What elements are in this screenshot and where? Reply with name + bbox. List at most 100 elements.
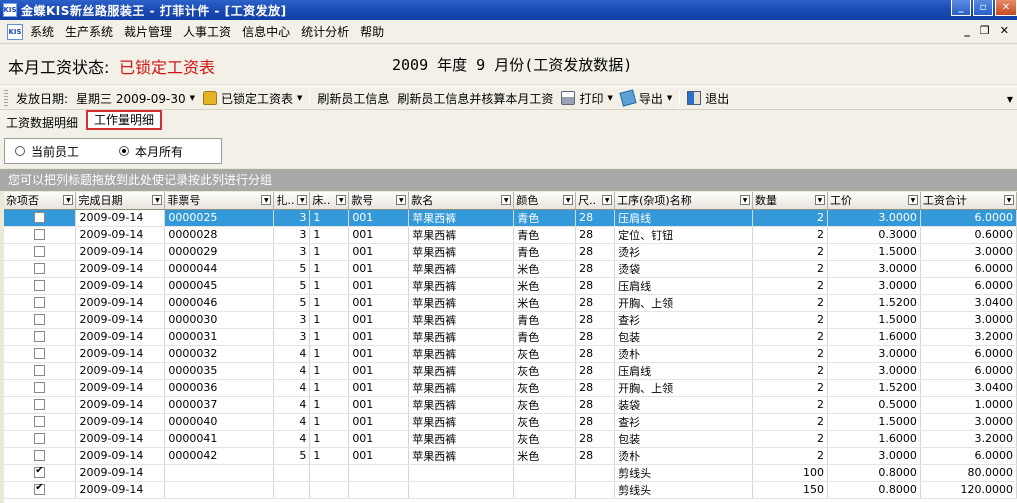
cell-style[interactable]: 苹果西裤 xyxy=(408,362,515,380)
cell-price[interactable]: 1.5000 xyxy=(827,243,921,261)
menu-production[interactable]: 生产系统 xyxy=(62,23,121,40)
toolbar-grip[interactable] xyxy=(4,90,8,106)
cell-qty[interactable]: 2 xyxy=(752,277,828,295)
misc-checkbox[interactable] xyxy=(34,433,46,444)
cell-bed[interactable]: 1 xyxy=(309,328,350,346)
cell-price[interactable]: 3.0000 xyxy=(827,260,921,278)
cell-style[interactable]: 苹果西裤 xyxy=(408,379,515,397)
table-row[interactable]: 2009-09-14 0000032 4 1 001 苹果西裤 灰色 28 烫朴 2 3.0000 6… xyxy=(4,345,1017,363)
cell-style[interactable] xyxy=(408,464,515,482)
cell-date[interactable]: 2009-09-14 xyxy=(75,294,166,312)
cell-color[interactable]: 青色 xyxy=(513,243,577,261)
cell-size[interactable]: 28 xyxy=(575,413,616,431)
misc-checkbox-cell[interactable] xyxy=(4,362,77,380)
refresh-and-calc-button[interactable]: 刷新员工信息并核算本月工资 xyxy=(393,90,557,107)
cell-process[interactable]: 压肩线 xyxy=(614,277,754,295)
minimize-button[interactable]: _ xyxy=(951,0,971,16)
cell-style[interactable]: 苹果西裤 xyxy=(408,430,515,448)
column-header[interactable]: 完成日期 ▼ xyxy=(75,192,166,210)
mdi-logo-icon[interactable]: KIS xyxy=(7,23,23,40)
column-header[interactable]: 床.. ▼ xyxy=(309,192,350,210)
cell-size[interactable]: 28 xyxy=(575,209,616,227)
cell-style[interactable] xyxy=(408,481,515,499)
cell-bed[interactable]: 1 xyxy=(309,447,350,465)
table-row[interactable]: 2009-09-14 0000037 4 1 001 苹果西裤 灰色 28 装袋 2 0.5000 1… xyxy=(4,396,1017,414)
misc-checkbox[interactable] xyxy=(34,314,46,325)
cell-date[interactable]: 2009-09-14 xyxy=(75,345,166,363)
misc-checkbox[interactable] xyxy=(34,280,46,291)
cell-color[interactable]: 灰色 xyxy=(513,379,577,397)
filter-dropdown-icon[interactable]: ▼ xyxy=(63,195,74,205)
filter-dropdown-icon[interactable]: ▼ xyxy=(907,195,918,205)
cell-ticket[interactable]: 0000032 xyxy=(164,345,275,363)
table-row[interactable]: 2009-09-14 0000030 3 1 001 苹果西裤 青色 28 查衫 2 1.5000 3… xyxy=(4,311,1017,329)
cell-size[interactable]: 28 xyxy=(575,294,616,312)
cell-bed[interactable]: 1 xyxy=(309,311,350,329)
cell-qty[interactable]: 2 xyxy=(752,226,828,244)
filter-dropdown-icon[interactable]: ▼ xyxy=(563,195,574,205)
cell-size[interactable] xyxy=(575,481,616,499)
cell-size[interactable]: 28 xyxy=(575,260,616,278)
misc-checkbox-cell[interactable] xyxy=(4,243,77,261)
cell-total[interactable]: 3.0000 xyxy=(920,413,1017,431)
cell-bundle[interactable]: 4 xyxy=(273,413,311,431)
menu-statistics[interactable]: 统计分析 xyxy=(298,23,357,40)
table-row[interactable]: 2009-09-14 0000040 4 1 001 苹果西裤 灰色 28 查衫 2 1.5000 3… xyxy=(4,413,1017,431)
cell-color[interactable]: 灰色 xyxy=(513,413,577,431)
cell-qty[interactable]: 150 xyxy=(752,481,828,499)
cell-bed[interactable]: 1 xyxy=(309,345,350,363)
cell-bed[interactable]: 1 xyxy=(309,260,350,278)
cell-qty[interactable]: 2 xyxy=(752,260,828,278)
cell-size[interactable] xyxy=(575,464,616,482)
cell-color[interactable]: 米色 xyxy=(513,277,577,295)
cell-size[interactable]: 28 xyxy=(575,243,616,261)
misc-checkbox[interactable] xyxy=(34,246,46,257)
cell-price[interactable]: 1.6000 xyxy=(827,430,921,448)
cell-ticket[interactable]: 0000031 xyxy=(164,328,275,346)
cell-date[interactable]: 2009-09-14 xyxy=(75,226,166,244)
cell-code[interactable]: 001 xyxy=(348,260,410,278)
cell-size[interactable]: 28 xyxy=(575,447,616,465)
radio-current-employee[interactable]: 当前员工 xyxy=(15,143,79,160)
cell-code[interactable]: 001 xyxy=(348,277,410,295)
cell-process[interactable]: 剪线头 xyxy=(614,481,754,499)
cell-date[interactable]: 2009-09-14 xyxy=(75,311,166,329)
cell-style[interactable]: 苹果西裤 xyxy=(408,345,515,363)
column-header[interactable]: 工资合计 ▼ xyxy=(920,192,1017,210)
column-header[interactable]: 款号 ▼ xyxy=(348,192,410,210)
cell-style[interactable]: 苹果西裤 xyxy=(408,413,515,431)
cell-bed[interactable]: 1 xyxy=(309,294,350,312)
misc-checkbox[interactable] xyxy=(34,416,46,427)
lock-payroll-button[interactable]: 已锁定工资表 ▼ xyxy=(199,90,306,107)
misc-checkbox[interactable] xyxy=(34,482,46,495)
export-button[interactable]: 导出 ▼ xyxy=(617,89,676,107)
cell-bundle[interactable]: 5 xyxy=(273,260,311,278)
cell-date[interactable]: 2009-09-14 xyxy=(75,277,166,295)
table-row[interactable]: 2009-09-14 0000041 4 1 001 苹果西裤 灰色 28 包装 2 1.6000 3… xyxy=(4,430,1017,448)
misc-checkbox[interactable] xyxy=(34,382,46,393)
cell-date[interactable]: 2009-09-14 xyxy=(75,260,166,278)
misc-checkbox-cell[interactable] xyxy=(4,396,77,414)
cell-price[interactable]: 3.0000 xyxy=(827,277,921,295)
filter-dropdown-icon[interactable]: ▼ xyxy=(396,195,407,205)
cell-total[interactable]: 6.0000 xyxy=(920,362,1017,380)
misc-checkbox[interactable] xyxy=(34,212,46,223)
cell-process[interactable]: 查衫 xyxy=(614,311,754,329)
cell-ticket[interactable]: 0000046 xyxy=(164,294,275,312)
cell-style[interactable]: 苹果西裤 xyxy=(408,294,515,312)
cell-color[interactable]: 米色 xyxy=(513,447,577,465)
misc-checkbox-cell[interactable] xyxy=(4,277,77,295)
exit-button[interactable]: 退出 xyxy=(683,90,733,107)
table-row[interactable]: 2009-09-14 0000035 4 1 001 苹果西裤 灰色 28 压肩线 2 3.0000… xyxy=(4,362,1017,380)
filter-dropdown-icon[interactable]: ▼ xyxy=(602,195,613,205)
cell-bundle[interactable]: 5 xyxy=(273,277,311,295)
cell-code[interactable]: 001 xyxy=(348,447,410,465)
cell-code[interactable]: 001 xyxy=(348,209,410,227)
menu-info-center[interactable]: 信息中心 xyxy=(239,23,298,40)
cell-style[interactable]: 苹果西裤 xyxy=(408,311,515,329)
cell-date[interactable]: 2009-09-14 xyxy=(75,430,166,448)
menu-cutting[interactable]: 裁片管理 xyxy=(121,23,180,40)
misc-checkbox[interactable] xyxy=(34,229,46,240)
column-header[interactable]: 杂项否 ▼ xyxy=(4,192,77,210)
cell-process[interactable]: 包装 xyxy=(614,328,754,346)
